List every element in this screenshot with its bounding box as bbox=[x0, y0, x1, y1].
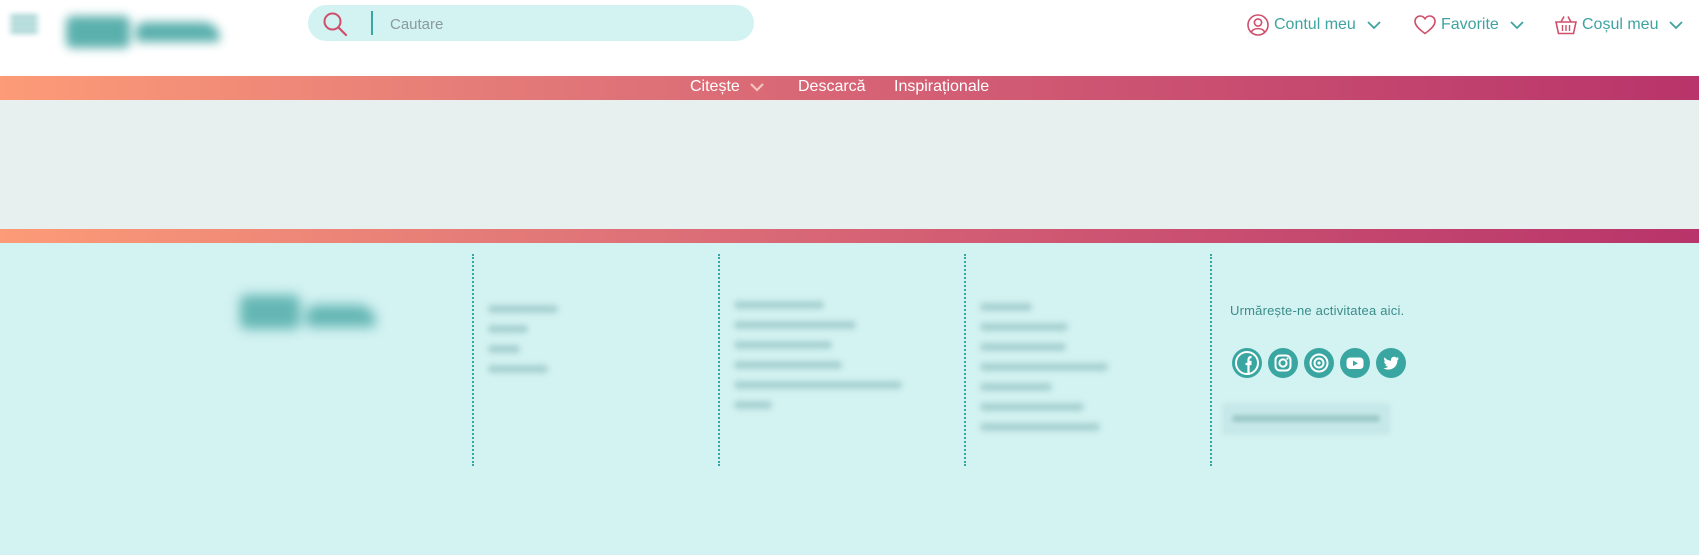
favorites-menu[interactable]: Favorite bbox=[1414, 14, 1524, 36]
footer-links-column-2 bbox=[734, 301, 904, 421]
footer-links-column-1 bbox=[488, 305, 560, 385]
main-nav: Citește Descarcă Inspiraționale bbox=[0, 76, 1699, 100]
youtube-icon[interactable] bbox=[1340, 348, 1370, 378]
footer-divider bbox=[964, 254, 966, 466]
facebook-icon[interactable] bbox=[1232, 348, 1262, 378]
basket-icon bbox=[1555, 16, 1577, 35]
header: Contul meu Favorite Coșul meu bbox=[0, 0, 1699, 76]
cart-label: Coșul meu bbox=[1582, 16, 1659, 33]
account-menu[interactable]: Contul meu bbox=[1247, 14, 1381, 36]
chevron-down-icon bbox=[1669, 21, 1684, 30]
search-icon[interactable] bbox=[322, 11, 348, 37]
follow-us-text: Urmărește-ne activitatea aici. bbox=[1230, 303, 1405, 318]
footer: Urmărește-ne activitatea aici. bbox=[0, 243, 1699, 555]
twitter-icon[interactable] bbox=[1376, 348, 1406, 378]
menu-icon[interactable] bbox=[10, 12, 38, 38]
camera-icon[interactable] bbox=[1304, 348, 1334, 378]
footer-divider bbox=[718, 254, 720, 466]
account-label: Contul meu bbox=[1274, 16, 1356, 33]
footer-newsletter-placeholder bbox=[1222, 403, 1390, 435]
favorites-label: Favorite bbox=[1441, 16, 1499, 33]
instagram-icon[interactable] bbox=[1268, 348, 1298, 378]
search-separator bbox=[371, 11, 373, 35]
user-icon bbox=[1247, 14, 1269, 36]
footer-divider bbox=[1210, 254, 1212, 466]
footer-links-column-3 bbox=[980, 303, 1110, 443]
nav-item-label: Citește bbox=[690, 78, 740, 95]
nav-item-label: Inspiraționale bbox=[894, 78, 990, 95]
search-bar bbox=[308, 5, 754, 41]
nav-item-descarca[interactable]: Descarcă bbox=[798, 78, 866, 96]
page-content bbox=[0, 100, 1699, 229]
nav-item-citeste[interactable]: Citește bbox=[690, 78, 764, 96]
heart-icon bbox=[1414, 15, 1436, 35]
footer-logo[interactable] bbox=[240, 293, 376, 331]
site-logo[interactable] bbox=[66, 12, 220, 48]
nav-item-inspirationale[interactable]: Inspiraționale bbox=[894, 78, 989, 96]
nav-item-label: Descarcă bbox=[798, 78, 866, 95]
chevron-down-icon bbox=[1510, 21, 1524, 30]
footer-divider bbox=[472, 254, 474, 466]
chevron-down-icon bbox=[1367, 21, 1381, 30]
cart-menu[interactable]: Coșul meu bbox=[1555, 14, 1684, 36]
social-links bbox=[1232, 348, 1406, 378]
footer-accent-bar bbox=[0, 229, 1699, 243]
search-input[interactable] bbox=[388, 11, 732, 37]
chevron-down-icon bbox=[750, 83, 764, 92]
